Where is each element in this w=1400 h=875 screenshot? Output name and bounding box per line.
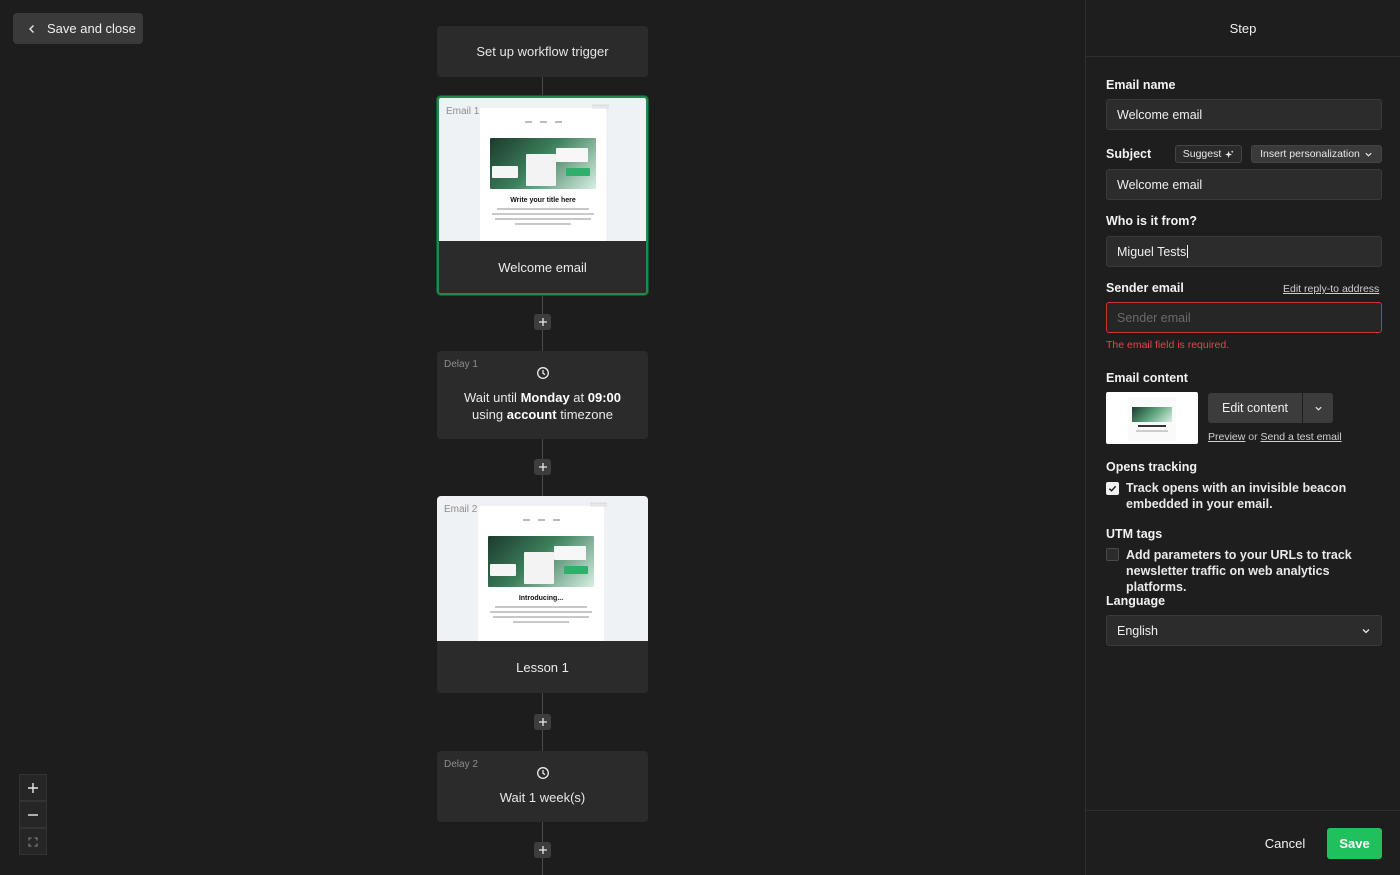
or-text: or xyxy=(1245,431,1261,443)
delay-line-1: Wait until Monday at 09:00 xyxy=(463,390,622,405)
email-node-1[interactable]: ░░░░░░ Write your title here Email 1 Wel… xyxy=(437,96,648,295)
plus-icon xyxy=(538,718,547,726)
save-and-close-label: Save and close xyxy=(47,21,136,36)
preview-title: Write your title here xyxy=(510,197,576,204)
node-tag: Delay 2 xyxy=(444,759,478,770)
clock-icon xyxy=(537,767,549,779)
email-preview-thumbnail: ░░░░░░ Write your title here xyxy=(439,98,646,243)
connector-line xyxy=(542,77,543,97)
add-step-button[interactable] xyxy=(534,842,551,858)
save-button[interactable]: Save xyxy=(1327,828,1382,859)
delay-line-2: using account timezone xyxy=(472,407,613,422)
preview-body-text xyxy=(490,606,592,626)
preview-link[interactable]: Preview xyxy=(1208,431,1245,443)
trigger-label: Set up workflow trigger xyxy=(476,44,609,59)
language-value: English xyxy=(1117,623,1158,638)
cancel-button[interactable]: Cancel xyxy=(1256,828,1314,859)
utm-tags-label: UTM tags xyxy=(1106,527,1163,541)
content-links: Preview or Send a test email xyxy=(1208,431,1342,443)
sender-email-input[interactable]: Sender email xyxy=(1106,302,1382,333)
fit-view-button[interactable] xyxy=(19,828,47,855)
send-test-email-link[interactable]: Send a test email xyxy=(1261,431,1342,443)
insert-personalization-dropdown[interactable]: Insert personalization xyxy=(1251,145,1382,163)
edit-content-dropdown[interactable] xyxy=(1303,393,1333,423)
plus-icon xyxy=(538,846,547,854)
utm-tags-checkbox[interactable] xyxy=(1106,548,1119,561)
save-and-close-button[interactable]: Save and close xyxy=(13,13,143,44)
email-node-2[interactable]: ░░░░░░ Introducing... Email 2 Lesson 1 xyxy=(437,496,648,693)
panel-title: Step xyxy=(1086,0,1400,57)
step-settings-panel: Step Email name Welcome email Subject Su… xyxy=(1085,0,1400,875)
preview-nav xyxy=(480,121,606,123)
email-preview-page: ░░░░░░ Introducing... xyxy=(478,502,607,641)
add-step-button[interactable] xyxy=(534,714,551,730)
utm-tags-description: Add parameters to your URLs to track new… xyxy=(1126,548,1352,594)
from-label: Who is it from? xyxy=(1106,214,1197,228)
fit-screen-icon xyxy=(28,837,38,846)
preview-top-text: ░░░░░░ xyxy=(589,502,607,507)
opens-tracking-label: Opens tracking xyxy=(1106,460,1197,474)
preview-hero-image xyxy=(490,138,596,189)
panel-footer: Cancel Save xyxy=(1086,810,1400,875)
chevron-down-icon xyxy=(1365,152,1372,157)
add-step-button[interactable] xyxy=(534,459,551,475)
from-name-input[interactable]: Miguel Tests xyxy=(1106,236,1382,267)
email-name-label: Email name xyxy=(1106,78,1176,92)
minus-icon xyxy=(28,813,38,816)
delay-text: Wait 1 week(s) xyxy=(499,790,586,805)
preview-top-text: ░░░░░░ xyxy=(591,104,609,109)
node-tag: Delay 1 xyxy=(444,359,478,370)
from-name-value: Miguel Tests xyxy=(1117,244,1187,259)
node-tag: Email 2 xyxy=(444,504,478,515)
add-step-button[interactable] xyxy=(534,314,551,330)
preview-title: Introducing... xyxy=(518,595,564,602)
plus-icon xyxy=(538,463,547,471)
chevron-left-icon xyxy=(29,24,34,33)
email-preview-page: ░░░░░░ Write your title here xyxy=(480,104,609,243)
sender-email-error: The email field is required. xyxy=(1106,339,1230,351)
preview-hero-image xyxy=(488,536,594,587)
subject-label: Subject xyxy=(1106,147,1152,161)
workflow-canvas[interactable]: Save and close Set up workflow trigger ░… xyxy=(0,0,1085,875)
sparkle-icon xyxy=(1225,149,1234,158)
chevron-down-icon xyxy=(1362,628,1370,633)
language-label: Language xyxy=(1106,594,1166,608)
plus-icon xyxy=(28,782,38,793)
email-node-name: Welcome email xyxy=(439,241,646,293)
email-preview-thumbnail: ░░░░░░ Introducing... xyxy=(437,496,648,641)
insert-personalization-label: Insert personalization xyxy=(1260,148,1360,160)
email-content-label: Email content xyxy=(1106,371,1188,385)
opens-tracking-description: Track opens with an invisible beacon emb… xyxy=(1126,481,1347,511)
suggest-button[interactable]: Suggest xyxy=(1175,145,1242,163)
preview-body-text xyxy=(492,208,594,228)
edit-reply-to-link[interactable]: Edit reply-to address xyxy=(1283,283,1379,295)
subject-input[interactable]: Welcome email xyxy=(1106,169,1382,200)
clock-icon xyxy=(537,367,549,379)
suggest-label: Suggest xyxy=(1182,148,1222,160)
edit-content-button[interactable]: Edit content xyxy=(1208,393,1302,423)
node-tag: Email 1 xyxy=(446,106,480,117)
opens-tracking-checkbox[interactable] xyxy=(1106,482,1119,495)
checkmark-icon xyxy=(1108,485,1117,492)
preview-nav xyxy=(478,519,604,521)
email-name-input[interactable]: Welcome email xyxy=(1106,99,1382,130)
zoom-in-button[interactable] xyxy=(19,774,47,801)
delay-node-2[interactable]: Delay 2 Wait 1 week(s) xyxy=(437,751,648,822)
chevron-down-icon xyxy=(1314,406,1322,411)
text-cursor xyxy=(1187,245,1189,258)
email-content-thumbnail[interactable] xyxy=(1106,392,1198,444)
workflow-trigger-node[interactable]: Set up workflow trigger xyxy=(437,26,648,77)
language-select[interactable]: English xyxy=(1106,615,1382,646)
email-node-name: Lesson 1 xyxy=(437,641,648,693)
delay-node-1[interactable]: Delay 1 Wait until Monday at 09:00 using… xyxy=(437,351,648,439)
zoom-out-button[interactable] xyxy=(19,801,47,828)
plus-icon xyxy=(538,318,547,326)
sender-email-label: Sender email xyxy=(1106,281,1184,295)
